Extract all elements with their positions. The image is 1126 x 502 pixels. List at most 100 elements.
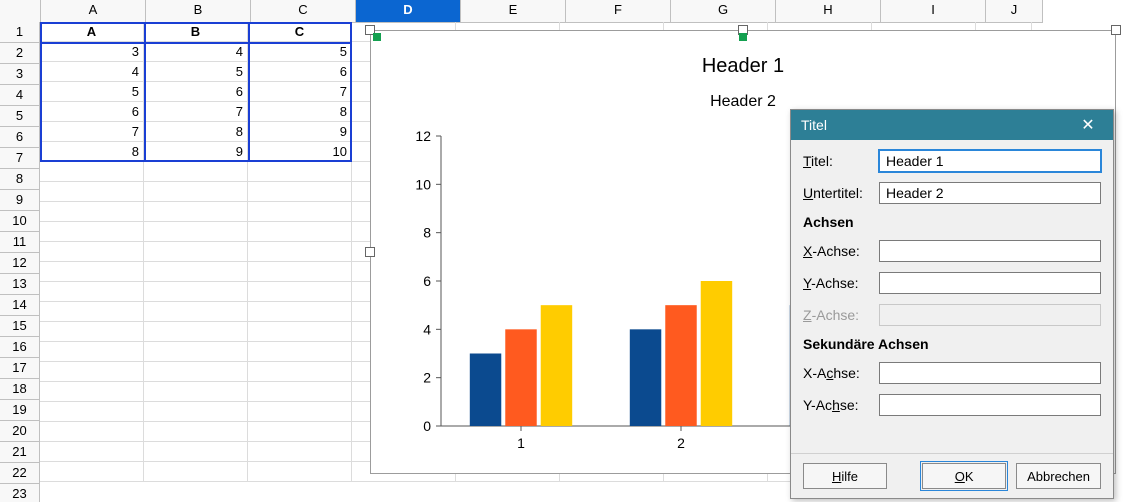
cell[interactable]: 3	[40, 42, 144, 62]
cell[interactable]	[40, 322, 144, 342]
cell[interactable]	[40, 422, 144, 442]
y-axis-input[interactable]	[879, 272, 1101, 294]
cell[interactable]	[248, 302, 352, 322]
row-header-23[interactable]: 23	[0, 484, 40, 502]
bar-C-2[interactable]	[701, 281, 732, 426]
cell[interactable]	[40, 302, 144, 322]
cell[interactable]: 5	[40, 82, 144, 102]
cell[interactable]	[40, 442, 144, 462]
cancel-button[interactable]: Abbrechen	[1016, 463, 1101, 489]
row-header-11[interactable]: 11	[0, 232, 40, 253]
row-header-6[interactable]: 6	[0, 127, 40, 148]
cell[interactable]	[248, 222, 352, 242]
column-header-F[interactable]: F	[566, 0, 671, 23]
cell[interactable]	[144, 342, 248, 362]
cell[interactable]: 8	[248, 102, 352, 122]
secondary-x-axis-input[interactable]	[879, 362, 1101, 384]
cell[interactable]: 9	[144, 142, 248, 162]
close-icon[interactable]: ✕	[1073, 110, 1103, 140]
cell[interactable]: 10	[248, 142, 352, 162]
row-header-7[interactable]: 7	[0, 148, 40, 169]
cell[interactable]	[40, 262, 144, 282]
cell[interactable]	[144, 322, 248, 342]
row-header-10[interactable]: 10	[0, 211, 40, 232]
cell[interactable]	[40, 202, 144, 222]
row-header-21[interactable]: 21	[0, 442, 40, 463]
cell[interactable]	[40, 362, 144, 382]
chart-title[interactable]: Header 1	[371, 55, 1115, 78]
cell[interactable]	[144, 362, 248, 382]
cell[interactable]: 8	[144, 122, 248, 142]
cell[interactable]	[248, 442, 352, 462]
cell[interactable]: A	[40, 22, 144, 42]
select-all-corner[interactable]	[0, 0, 41, 23]
cell[interactable]	[248, 462, 352, 482]
cell[interactable]	[248, 162, 352, 182]
cell[interactable]: 5	[248, 42, 352, 62]
cell[interactable]: 7	[40, 122, 144, 142]
cell[interactable]	[248, 342, 352, 362]
subtitle-input[interactable]: Header 2	[879, 182, 1101, 204]
cell[interactable]	[144, 402, 248, 422]
column-header-C[interactable]: C	[251, 0, 356, 23]
cell[interactable]	[248, 322, 352, 342]
cell[interactable]: 6	[40, 102, 144, 122]
resize-handle-w[interactable]	[365, 247, 375, 257]
bar-B-2[interactable]	[665, 305, 696, 426]
column-header-B[interactable]: B	[146, 0, 251, 23]
bar-B-1[interactable]	[505, 329, 536, 426]
cell[interactable]	[248, 182, 352, 202]
row-header-18[interactable]: 18	[0, 379, 40, 400]
column-header-E[interactable]: E	[461, 0, 566, 23]
cell[interactable]	[248, 202, 352, 222]
column-header-A[interactable]: A	[41, 0, 146, 23]
cell[interactable]	[40, 182, 144, 202]
cell[interactable]	[40, 402, 144, 422]
chart-select-handle[interactable]	[739, 33, 747, 41]
column-header-H[interactable]: H	[776, 0, 881, 23]
bar-A-2[interactable]	[630, 329, 661, 426]
cell[interactable]	[40, 462, 144, 482]
column-header-D[interactable]: D	[356, 0, 461, 23]
row-header-12[interactable]: 12	[0, 253, 40, 274]
cell[interactable]	[248, 362, 352, 382]
column-header-I[interactable]: I	[881, 0, 986, 23]
cell[interactable]: 5	[144, 62, 248, 82]
secondary-y-axis-input[interactable]	[879, 394, 1101, 416]
cell[interactable]: C	[248, 22, 352, 42]
row-header-19[interactable]: 19	[0, 400, 40, 421]
row-header-3[interactable]: 3	[0, 64, 40, 85]
cell[interactable]	[144, 462, 248, 482]
cell[interactable]	[248, 282, 352, 302]
cell[interactable]	[40, 382, 144, 402]
row-header-9[interactable]: 9	[0, 190, 40, 211]
bar-C-1[interactable]	[541, 305, 572, 426]
title-input[interactable]: Header 1	[879, 150, 1101, 172]
cell[interactable]	[144, 262, 248, 282]
cell[interactable]: 6	[144, 82, 248, 102]
ok-button[interactable]: OK	[922, 463, 1006, 489]
row-header-15[interactable]: 15	[0, 316, 40, 337]
chart-select-handle[interactable]	[373, 33, 381, 41]
row-header-5[interactable]: 5	[0, 106, 40, 127]
row-header-13[interactable]: 13	[0, 274, 40, 295]
cell[interactable]	[40, 242, 144, 262]
row-header-2[interactable]: 2	[0, 43, 40, 64]
cell[interactable]: 9	[248, 122, 352, 142]
cell[interactable]: 4	[144, 42, 248, 62]
cell[interactable]: 6	[248, 62, 352, 82]
cell[interactable]	[248, 262, 352, 282]
row-header-1[interactable]: 1	[0, 22, 40, 43]
cell[interactable]: 8	[40, 142, 144, 162]
bar-A-1[interactable]	[470, 354, 501, 427]
row-header-4[interactable]: 4	[0, 85, 40, 106]
row-header-22[interactable]: 22	[0, 463, 40, 484]
row-header-17[interactable]: 17	[0, 358, 40, 379]
cell[interactable]	[40, 162, 144, 182]
cell[interactable]	[248, 402, 352, 422]
cell[interactable]	[144, 282, 248, 302]
cell[interactable]	[144, 442, 248, 462]
cell[interactable]	[144, 242, 248, 262]
cell[interactable]	[248, 242, 352, 262]
cell[interactable]	[40, 342, 144, 362]
